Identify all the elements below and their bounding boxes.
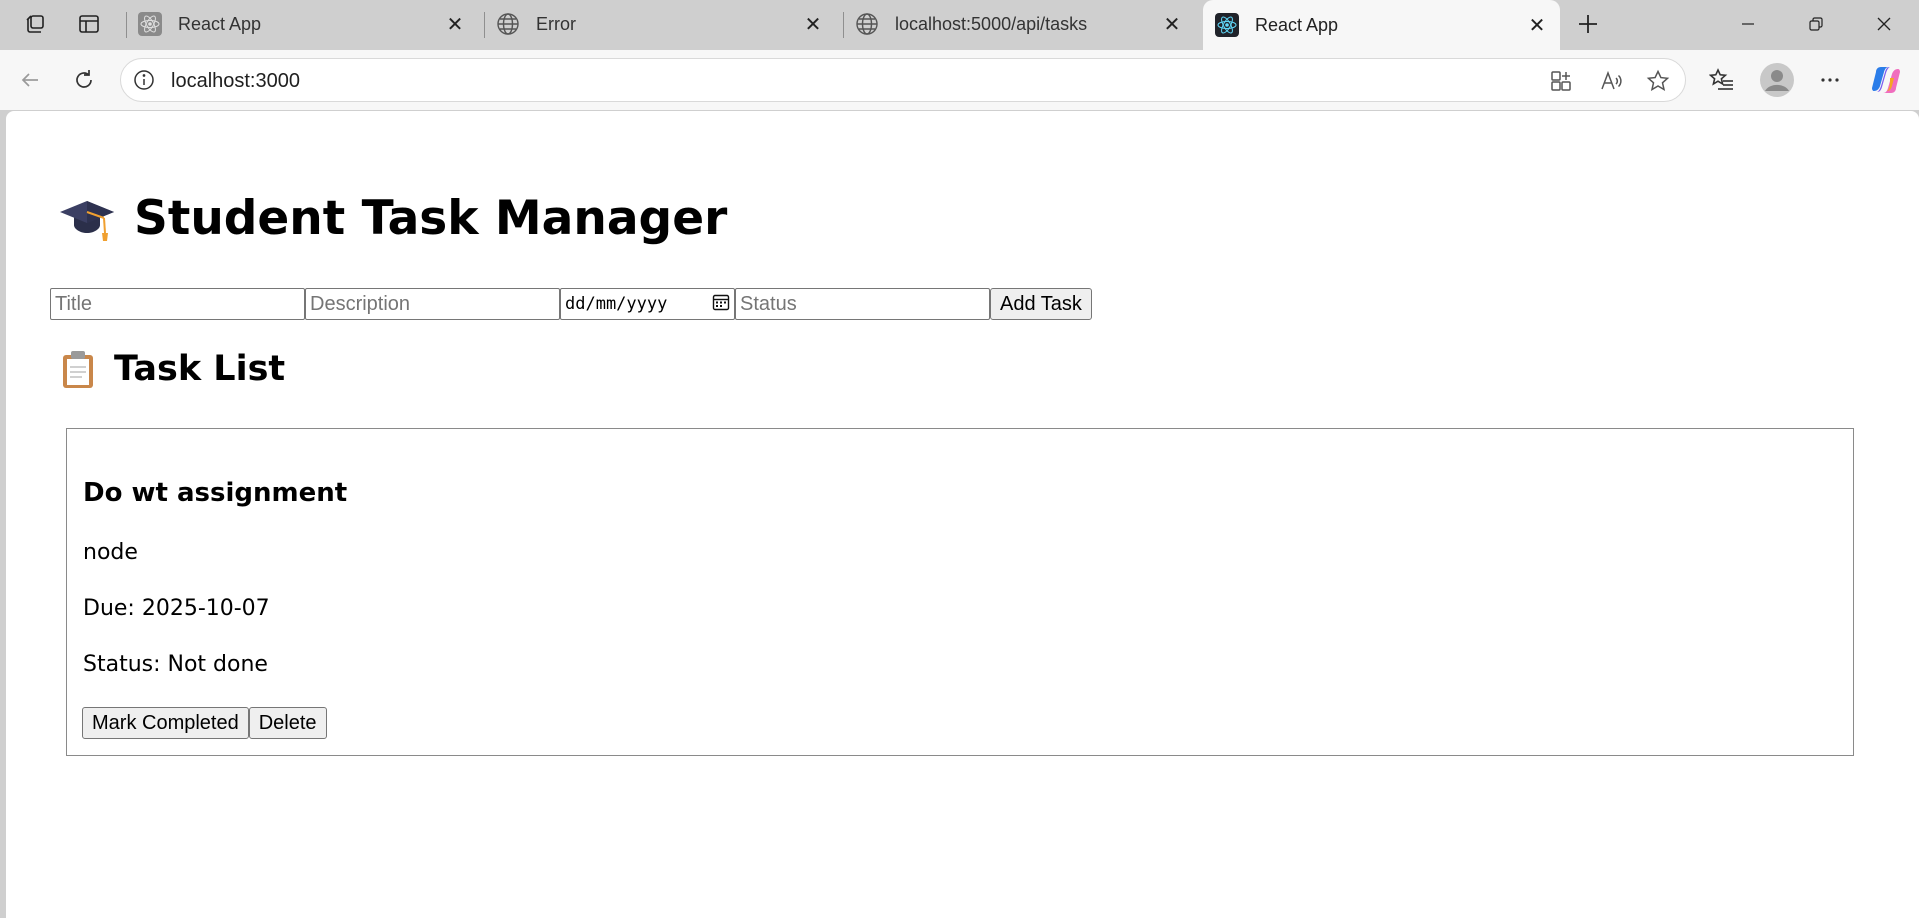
favorite-star-icon[interactable] <box>1643 66 1673 96</box>
task-due-date: Due: 2025-10-07 <box>83 596 270 621</box>
graduation-cap-icon <box>58 189 116 247</box>
task-title: Do wt assignment <box>83 478 348 508</box>
close-window-button[interactable] <box>1852 0 1916 48</box>
clipboard-icon <box>58 349 98 389</box>
browser-toolbar: localhost:3000 <box>0 50 1919 110</box>
address-bar[interactable]: localhost:3000 <box>120 58 1686 102</box>
page-title-text: Student Task Manager <box>134 190 728 246</box>
more-options-icon[interactable] <box>1812 62 1848 98</box>
task-status: Status: Not done <box>83 652 268 677</box>
description-input[interactable] <box>305 288 560 320</box>
address-url: localhost:3000 <box>171 70 300 92</box>
date-placeholder: dd/mm/yyyy <box>565 294 668 314</box>
new-tab-button[interactable] <box>1572 9 1604 39</box>
tab-api-tasks[interactable]: localhost:5000/api/tasks ✕ <box>843 0 1195 48</box>
react-icon <box>1215 13 1239 37</box>
profile-avatar[interactable] <box>1757 60 1797 100</box>
close-icon[interactable]: ✕ <box>440 9 470 39</box>
status-input[interactable] <box>735 288 990 320</box>
copilot-icon[interactable] <box>1868 62 1904 98</box>
close-icon[interactable]: ✕ <box>1522 10 1552 40</box>
tab-react-app-active[interactable]: React App ✕ <box>1203 0 1560 50</box>
tab-title: React App <box>178 13 262 34</box>
tab-strip: React App ✕ Error ✕ localhost:5000/api/t… <box>0 0 1919 50</box>
page-title: Student Task Manager <box>58 189 727 247</box>
task-actions: Mark Completed Delete <box>82 707 327 739</box>
mark-completed-button[interactable]: Mark Completed <box>82 707 249 739</box>
tab-title: Error <box>536 13 576 34</box>
task-description: node <box>83 540 138 565</box>
page-viewport: Student Task Manager dd/mm/yyyy Add Task… <box>6 111 1919 918</box>
tab-title: React App <box>1255 14 1339 35</box>
workspaces-icon[interactable] <box>18 9 52 39</box>
minimize-button[interactable] <box>1716 0 1780 48</box>
task-list-title: Task List <box>114 349 286 389</box>
tab-react-app-1[interactable]: React App ✕ <box>126 0 478 48</box>
favorites-icon[interactable] <box>1704 62 1740 98</box>
close-icon[interactable]: ✕ <box>798 9 828 39</box>
add-task-button[interactable]: Add Task <box>990 288 1092 320</box>
task-list-heading: Task List <box>58 349 285 389</box>
read-aloud-icon[interactable] <box>1596 66 1626 96</box>
tab-title: localhost:5000/api/tasks <box>895 13 1088 34</box>
due-date-input[interactable]: dd/mm/yyyy <box>560 288 735 320</box>
site-info-icon[interactable] <box>131 67 157 93</box>
calendar-icon[interactable] <box>712 293 730 316</box>
delete-button[interactable]: Delete <box>248 707 327 739</box>
task-card: Do wt assignment node Due: 2025-10-07 St… <box>66 428 1854 756</box>
globe-icon <box>855 12 879 36</box>
title-input[interactable] <box>50 288 305 320</box>
close-icon[interactable]: ✕ <box>1157 9 1187 39</box>
tab-error[interactable]: Error ✕ <box>484 0 836 48</box>
react-icon <box>138 12 162 36</box>
app-available-icon[interactable] <box>1546 66 1576 96</box>
refresh-button[interactable] <box>66 62 102 98</box>
tab-actions-icon[interactable] <box>72 9 106 39</box>
globe-icon <box>496 12 520 36</box>
restore-button[interactable] <box>1784 0 1848 48</box>
add-task-form: dd/mm/yyyy Add Task <box>50 288 1092 320</box>
back-button[interactable] <box>12 62 48 98</box>
